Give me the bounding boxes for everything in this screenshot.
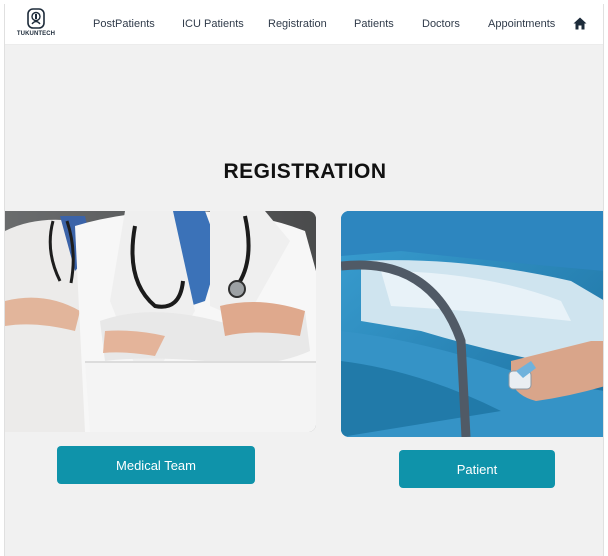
patient-photo	[341, 211, 603, 437]
brand-logo[interactable]: TUKUNTECH	[15, 7, 57, 43]
top-navbar: TUKUNTECH PostPatients ICU Patients Regi…	[5, 4, 603, 45]
nav-link-registration[interactable]: Registration	[268, 18, 327, 30]
brand-name: TUKUNTECH	[16, 31, 56, 37]
nav-link-icu-patients[interactable]: ICU Patients	[182, 18, 244, 30]
nav-link-appointments[interactable]: Appointments	[488, 18, 555, 30]
nav-link-postpatients[interactable]: PostPatients	[93, 18, 155, 30]
patient-button[interactable]: Patient	[399, 450, 555, 488]
patient-illustration	[341, 211, 603, 437]
nav-link-patients[interactable]: Patients	[354, 18, 394, 30]
shield-logo-icon	[27, 8, 45, 29]
medical-team-button[interactable]: Medical Team	[57, 446, 255, 484]
page-title: REGISTRATION	[223, 160, 387, 183]
home-icon[interactable]	[573, 17, 587, 30]
app-frame: TUKUNTECH PostPatients ICU Patients Regi…	[4, 4, 604, 556]
doctors-illustration	[5, 211, 316, 432]
doctors-photo	[5, 211, 316, 432]
nav-link-doctors[interactable]: Doctors	[422, 18, 460, 30]
